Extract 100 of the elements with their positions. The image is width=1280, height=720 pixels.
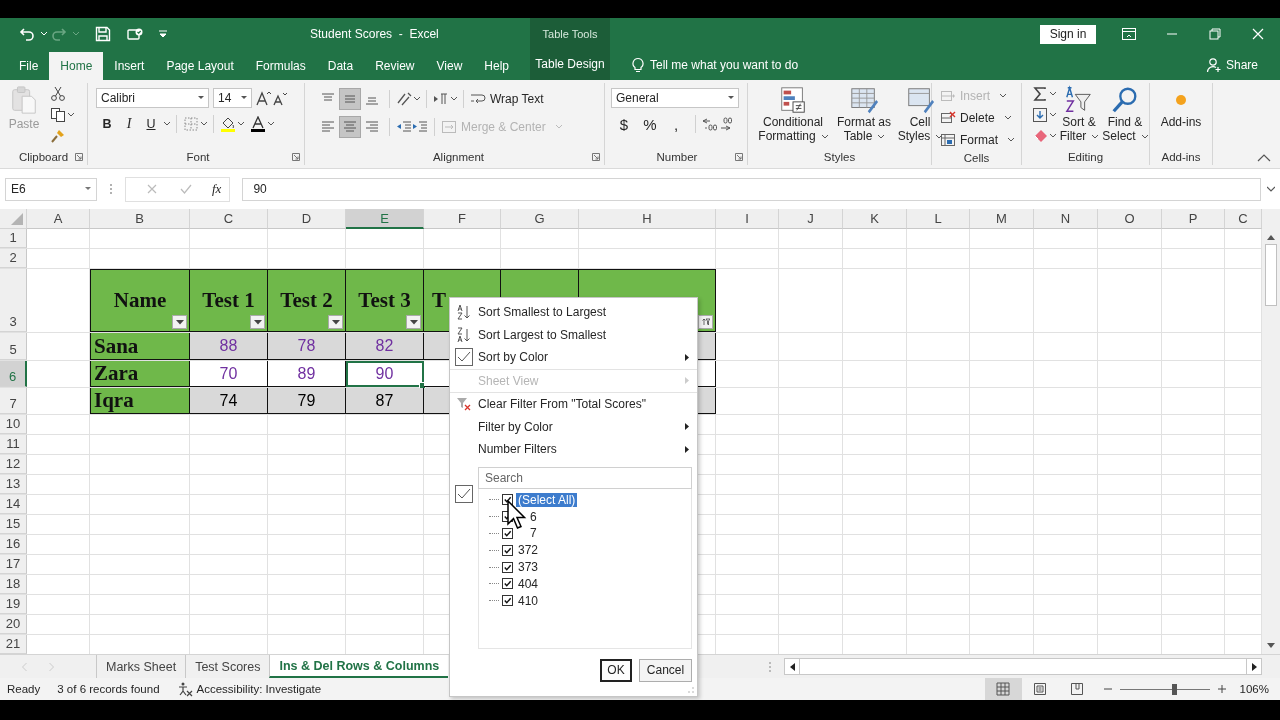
filter-dropdown-button[interactable]: [172, 315, 187, 329]
touch-mode-icon[interactable]: [127, 26, 143, 42]
column-header[interactable]: L: [907, 209, 970, 229]
row-header[interactable]: 7: [0, 388, 27, 414]
dialog-launcher-icon[interactable]: [592, 153, 600, 161]
sheet-tab[interactable]: Ins & Del Rows & Columns: [269, 655, 449, 678]
row-header[interactable]: 11: [0, 435, 27, 454]
fill-down-icon[interactable]: [1032, 107, 1048, 123]
row-header[interactable]: 17: [0, 555, 27, 574]
slider-thumb[interactable]: [1171, 683, 1177, 695]
column-header[interactable]: P: [1162, 209, 1225, 229]
formula-field[interactable]: 90: [242, 177, 1261, 201]
row-header[interactable]: 2: [0, 249, 27, 268]
editing-button[interactable]: Find & Select: [1102, 83, 1148, 149]
menu-item[interactable]: Filter by Color: [450, 415, 697, 438]
eraser-icon[interactable]: [1032, 128, 1048, 144]
increase-decimal-icon[interactable]: [702, 116, 718, 132]
zoom-slider[interactable]: [1119, 683, 1210, 695]
decrease-decimal-icon[interactable]: [718, 116, 734, 132]
ok-button[interactable]: OK: [600, 658, 632, 682]
caret-icon[interactable]: [451, 97, 457, 101]
column-header[interactable]: A: [27, 209, 90, 229]
scroll-up-icon[interactable]: [1267, 235, 1275, 240]
ribbon-tab[interactable]: Data: [316, 52, 365, 80]
increase-indent-icon[interactable]: [412, 119, 428, 135]
copy-icon[interactable]: [50, 107, 66, 123]
autosum-icon[interactable]: [1032, 86, 1048, 102]
share-button[interactable]: Share: [1205, 57, 1258, 73]
row-header[interactable]: 19: [0, 595, 27, 614]
zoom-level[interactable]: 106%: [1239, 683, 1269, 695]
font-style-button[interactable]: I: [118, 114, 140, 134]
row-header[interactable]: 5: [0, 333, 27, 360]
row-header[interactable]: 21: [0, 635, 27, 654]
expand-icon[interactable]: [1267, 185, 1275, 193]
dialog-launcher-icon[interactable]: [75, 153, 83, 161]
font-style-button[interactable]: U: [140, 114, 162, 134]
caret-icon[interactable]: [268, 122, 274, 126]
row-header[interactable]: 16: [0, 535, 27, 554]
menu-item[interactable]: Sort Largest to Smallest: [450, 323, 697, 346]
list-item[interactable]: (Select All): [516, 492, 578, 507]
dialog-launcher-icon[interactable]: [735, 153, 743, 161]
list-item[interactable]: 410: [516, 593, 541, 608]
editing-button[interactable]: Sort & Filter: [1056, 83, 1102, 149]
ribbon-tab[interactable]: Table Design: [531, 50, 609, 78]
ribbon-tab[interactable]: Review: [364, 52, 426, 80]
name-box[interactable]: E6: [5, 177, 97, 201]
number-format-button[interactable]: $: [611, 114, 637, 134]
list-item[interactable]: 404: [516, 576, 541, 591]
filter-applied-button[interactable]: [698, 315, 713, 329]
column-header[interactable]: E: [346, 209, 424, 229]
decrease-font-size-icon[interactable]: [272, 90, 288, 106]
caret-icon[interactable]: [201, 122, 207, 126]
menu-item[interactable]: Sort by Color: [450, 346, 697, 369]
wrap-text-button[interactable]: Wrap Text: [470, 91, 544, 107]
row-header[interactable]: 15: [0, 515, 27, 534]
scroll-thumb[interactable]: [1265, 244, 1277, 306]
resize-grip-icon[interactable]: [688, 687, 694, 693]
horizontal-scrollbar[interactable]: [784, 658, 1263, 675]
scroll-thumb[interactable]: [799, 659, 1248, 674]
decrease-indent-icon[interactable]: [396, 119, 412, 135]
caret-icon[interactable]: [68, 113, 74, 117]
close-icon[interactable]: [1250, 26, 1266, 42]
ribbon-tab[interactable]: Insert: [103, 52, 156, 80]
checkbox[interactable]: [502, 544, 513, 556]
format-painter-icon[interactable]: [50, 128, 66, 144]
text-direction-icon[interactable]: [433, 91, 449, 107]
row-header[interactable]: 1: [0, 229, 27, 248]
column-header[interactable]: B: [90, 209, 190, 229]
column-header[interactable]: G: [501, 209, 579, 229]
column-header[interactable]: H: [579, 209, 716, 229]
save-icon[interactable]: [95, 26, 111, 42]
column-header[interactable]: J: [779, 209, 843, 229]
row-header[interactable]: 14: [0, 495, 27, 514]
ribbon-tab[interactable]: Page Layout: [155, 52, 245, 80]
checkbox[interactable]: [502, 561, 513, 573]
search-field[interactable]: Search: [478, 466, 692, 489]
dialog-launcher-icon[interactable]: [292, 153, 300, 161]
caret-icon[interactable]: [414, 97, 420, 101]
fill-color-icon[interactable]: [220, 116, 236, 132]
scroll-right-icon[interactable]: [1251, 662, 1257, 671]
ribbon-tab[interactable]: Home: [49, 52, 104, 80]
scissors-icon[interactable]: [50, 86, 66, 102]
tell-me-search-field[interactable]: Tell me what you want to do: [650, 58, 1206, 72]
list-item[interactable]: 6: [528, 509, 539, 524]
ribbon-tab[interactable]: Help: [473, 52, 520, 80]
filter-dropdown-button[interactable]: [406, 315, 421, 329]
styles-button[interactable]: Format as Table: [834, 83, 894, 149]
row-header[interactable]: 10: [0, 415, 27, 434]
row-header[interactable]: 18: [0, 575, 27, 594]
column-header[interactable]: F: [424, 209, 501, 229]
restore-icon[interactable]: [1207, 26, 1223, 42]
ribbon-tab[interactable]: View: [425, 52, 474, 80]
row-header[interactable]: 13: [0, 475, 27, 494]
row-header[interactable]: 6: [0, 361, 27, 387]
font-size-dropdown[interactable]: 14: [213, 88, 252, 108]
row-header[interactable]: 3: [0, 269, 27, 332]
increase-font-size-icon[interactable]: [256, 90, 272, 106]
list-item[interactable]: 372: [516, 543, 541, 558]
column-header[interactable]: M: [970, 209, 1034, 229]
add-ins-button[interactable]: Add-ins: [1154, 83, 1208, 149]
